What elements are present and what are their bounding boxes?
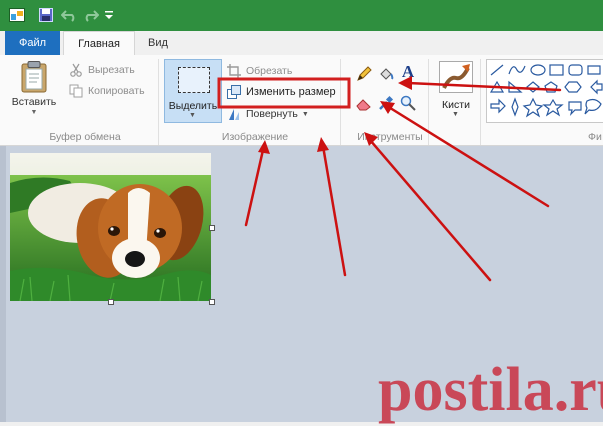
tools-group-label: Инструменты (357, 131, 423, 143)
text-icon: A (401, 62, 415, 81)
resize-icon (226, 84, 242, 100)
crop-label: Обрезать (246, 65, 293, 77)
rotate-icon (226, 106, 242, 122)
paste-icon (20, 61, 48, 93)
cut-button[interactable]: Вырезать (68, 62, 135, 78)
chevron-down-icon: ▼ (30, 109, 38, 116)
magnifier-button[interactable] (400, 95, 420, 111)
eraser-button[interactable] (356, 95, 376, 111)
resize-handle-bottom[interactable] (108, 299, 114, 305)
select-label: Выделить (168, 100, 218, 112)
divider (428, 59, 429, 145)
paste-button[interactable]: Вставить ▼ (11, 61, 57, 121)
image-group-label: Изображение (221, 131, 289, 143)
resize-button[interactable]: Изменить размер (226, 84, 336, 100)
copy-label: Копировать (88, 85, 145, 97)
pencil-button[interactable] (356, 66, 376, 82)
app-icon[interactable] (8, 6, 26, 24)
brushes-button[interactable]: Кисти ▼ (436, 59, 476, 121)
canvas-left-strip (0, 146, 6, 422)
crop-button[interactable]: Обрезать (226, 63, 292, 79)
puppy-image (10, 153, 211, 301)
canvas-image[interactable] (10, 153, 211, 301)
undo-icon[interactable] (60, 6, 78, 24)
select-icon (178, 67, 210, 93)
crop-icon (226, 63, 242, 79)
fill-button[interactable] (378, 66, 398, 82)
divider (340, 59, 341, 145)
resize-handle-right[interactable] (209, 225, 215, 231)
shapes-group-label: Фи (588, 131, 602, 143)
resize-handle-corner[interactable] (209, 299, 215, 305)
eraser-icon (356, 95, 372, 111)
color-picker-icon (378, 95, 394, 111)
cut-icon (68, 62, 84, 78)
tab-home[interactable]: Главная (63, 31, 135, 57)
select-button[interactable]: Выделить ▼ (164, 59, 222, 123)
brush-icon (439, 61, 473, 93)
tab-file[interactable]: Файл (5, 31, 60, 55)
magnifier-icon (400, 95, 416, 111)
rotate-label: Повернуть (246, 108, 298, 120)
copy-icon (68, 83, 84, 99)
paste-label: Вставить (11, 96, 57, 108)
resize-label: Изменить размер (246, 86, 336, 98)
watermark: postila.ru (378, 356, 603, 424)
chevron-down-icon: ▼ (189, 112, 196, 119)
copy-button[interactable]: Копировать (68, 83, 145, 99)
chevron-down-icon: ▼ (452, 111, 459, 118)
customize-icon[interactable] (103, 6, 115, 24)
text-button[interactable]: A (400, 62, 420, 81)
shapes-gallery[interactable] (486, 59, 603, 123)
cut-label: Вырезать (88, 64, 135, 76)
redo-icon[interactable] (82, 6, 100, 24)
clipboard-group-label: Буфер обмена (49, 131, 121, 143)
rotate-button[interactable]: Повернуть ▼ (226, 106, 309, 122)
ribbon-tabs: Файл Главная Вид (0, 31, 603, 57)
tab-view[interactable]: Вид (138, 31, 178, 55)
divider (480, 59, 481, 145)
ribbon: Вставить ▼ Вырезать Копировать Буфер обм… (0, 55, 603, 146)
shapes-grid (489, 64, 603, 118)
brushes-label: Кисти (442, 99, 470, 111)
save-icon[interactable] (37, 6, 55, 24)
title-bar (0, 0, 603, 31)
pencil-icon (356, 66, 372, 82)
fill-icon (378, 66, 394, 82)
chevron-down-icon: ▼ (301, 110, 309, 118)
divider (158, 59, 159, 145)
color-picker-button[interactable] (378, 95, 398, 111)
